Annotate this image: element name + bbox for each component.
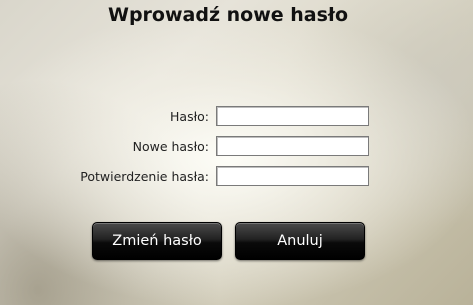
dialog-title: Wprowadź nowe hasło — [107, 4, 349, 26]
password-field[interactable] — [216, 106, 369, 126]
new-password-label: Nowe hasło: — [132, 139, 209, 154]
confirm-password-field[interactable] — [216, 166, 369, 186]
new-password-field[interactable] — [216, 136, 369, 156]
cancel-button[interactable]: Anuluj — [235, 222, 365, 260]
change-password-button[interactable]: Zmień hasło — [92, 222, 222, 260]
password-label: Hasło: — [170, 109, 209, 124]
password-row: Hasło: — [0, 106, 473, 128]
confirm-password-label: Potwierdzenie hasła: — [80, 169, 209, 184]
new-password-row: Nowe hasło: — [0, 136, 473, 158]
confirm-password-row: Potwierdzenie hasła: — [0, 166, 473, 188]
